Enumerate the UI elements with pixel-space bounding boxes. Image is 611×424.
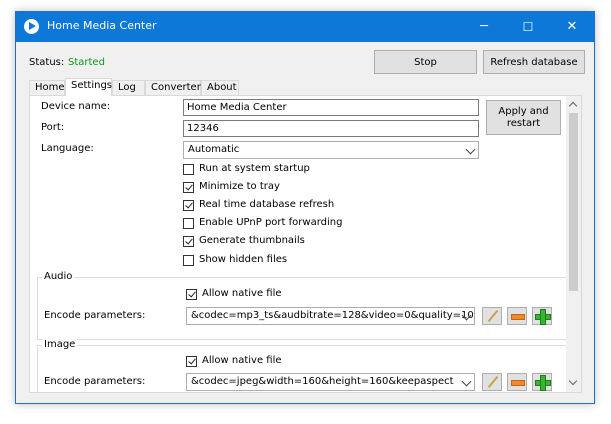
checkbox-box[interactable] — [186, 289, 197, 300]
checkbox-box[interactable] — [183, 200, 194, 211]
checkbox-box[interactable] — [183, 255, 194, 266]
realtime-refresh-label: Real time database refresh — [199, 199, 335, 210]
checkbox-box[interactable] — [183, 182, 194, 193]
tab-about[interactable]: About — [201, 80, 239, 95]
checkbox-box[interactable] — [183, 164, 194, 175]
checkbox-box[interactable] — [183, 218, 194, 229]
generate-thumbnails-label: Generate thumbnails — [199, 235, 305, 246]
stop-button[interactable]: Stop — [374, 50, 477, 74]
minus-icon — [511, 314, 525, 320]
image-encode-value: &codec=jpeg&width=160&height=160&keepasp… — [191, 376, 454, 387]
vertical-scrollbar[interactable] — [566, 96, 581, 392]
apply-and-restart-button[interactable]: Apply and restart — [486, 100, 561, 135]
scroll-down-icon[interactable] — [568, 376, 578, 386]
checkbox-box[interactable] — [183, 236, 194, 247]
language-value: Automatic — [188, 144, 240, 155]
image-add-button[interactable] — [532, 373, 552, 391]
audio-encode-label: Encode parameters: — [44, 310, 146, 321]
title-bar[interactable]: Home Media Center ─ ☐ ✕ — [16, 12, 594, 42]
status-value: Started — [68, 57, 105, 68]
device-name-label: Device name: — [41, 101, 111, 112]
port-input[interactable]: 12346 — [183, 120, 479, 137]
audio-encode-select[interactable]: &codec=mp3_ts&audbitrate=128&video=0&qua… — [186, 307, 475, 325]
minus-icon — [511, 380, 525, 386]
image-edit-button[interactable] — [482, 373, 502, 391]
device-name-input[interactable]: Home Media Center — [183, 99, 479, 116]
window-title: Home Media Center — [47, 19, 157, 32]
audio-remove-button[interactable] — [507, 307, 527, 325]
image-group-title: Image — [42, 339, 78, 350]
pencil-icon — [487, 309, 499, 323]
status-label: Status: — [29, 57, 65, 68]
upnp-forwarding-label: Enable UPnP port forwarding — [199, 217, 343, 228]
main-window: Home Media Center ─ ☐ ✕ Status: Started … — [15, 11, 595, 404]
settings-panel: Device name: Home Media Center Port: 123… — [29, 95, 582, 393]
audio-encode-value: &codec=mp3_ts&audbitrate=128&video=0&qua… — [191, 310, 474, 321]
audio-add-button[interactable] — [532, 307, 552, 325]
tab-home[interactable]: Home — [29, 80, 65, 95]
minimize-button[interactable]: ─ — [462, 12, 506, 42]
port-label: Port: — [41, 122, 65, 133]
tab-log[interactable]: Log — [112, 80, 145, 95]
audio-allow-native-label: Allow native file — [202, 288, 282, 299]
image-allow-native-label: Allow native file — [202, 355, 282, 366]
minimize-to-tray-label: Minimize to tray — [199, 181, 280, 192]
audio-edit-button[interactable] — [482, 307, 502, 325]
show-hidden-files-label: Show hidden files — [199, 254, 288, 265]
image-remove-button[interactable] — [507, 373, 527, 391]
audio-group-title: Audio — [42, 271, 75, 282]
app-play-icon — [24, 19, 39, 34]
tab-settings[interactable]: Settings — [65, 78, 112, 96]
close-button[interactable]: ✕ — [550, 12, 594, 42]
refresh-database-button[interactable]: Refresh database — [483, 50, 585, 74]
image-encode-label: Encode parameters: — [44, 376, 146, 387]
scroll-thumb[interactable] — [569, 113, 578, 291]
pencil-icon — [487, 375, 499, 389]
tab-converter[interactable]: Converter — [145, 80, 201, 95]
image-encode-select[interactable]: &codec=jpeg&width=160&height=160&keepasp… — [186, 373, 475, 391]
run-at-startup-label: Run at system startup — [199, 163, 310, 174]
language-label: Language: — [41, 143, 94, 154]
language-select[interactable]: Automatic — [183, 141, 479, 159]
scroll-up-icon[interactable] — [568, 101, 578, 111]
maximize-button[interactable]: ☐ — [506, 12, 550, 42]
checkbox-box[interactable] — [186, 356, 197, 367]
